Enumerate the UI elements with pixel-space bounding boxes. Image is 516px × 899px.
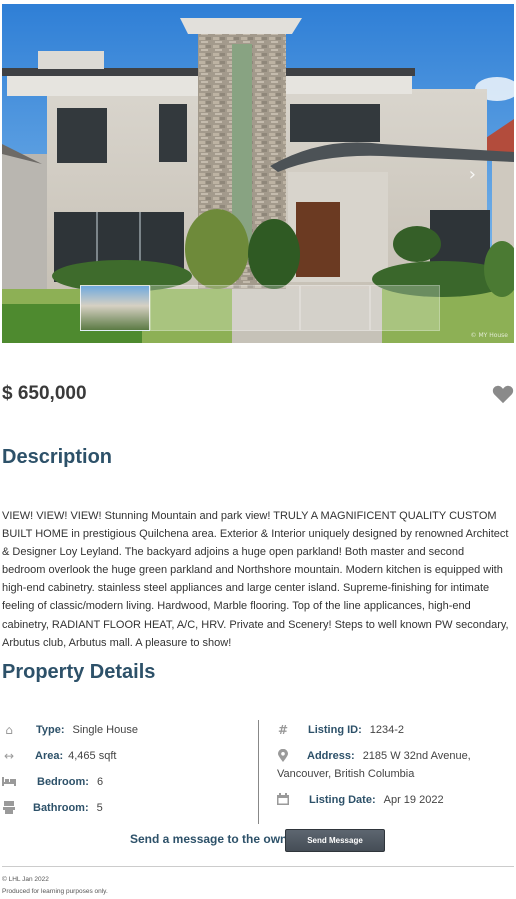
thumbnail-4[interactable] (370, 285, 440, 331)
address-line1: 2185 W 32nd Avenue, (362, 750, 471, 762)
listing-date-label: Listing Date: (309, 794, 376, 806)
bedroom-label: Bedroom: (37, 776, 89, 788)
property-details-panel: ⌂ Type: Single House ↔ Area: 4,465 sqft Be… (2, 720, 514, 825)
description-heading: Description (2, 446, 113, 468)
description-text: VIEW! VIEW! VIEW! Stunning Mountain and … (2, 510, 509, 649)
area-label: Area: (35, 750, 64, 762)
map-pin-icon (276, 748, 290, 763)
address-label: Address: (307, 750, 355, 762)
bedroom-value: 6 (96, 776, 104, 788)
detail-bedroom: Bedroom: 6 (37, 776, 103, 788)
property-details-heading: Property Details (2, 661, 156, 683)
bathroom-value: 5 (96, 802, 103, 814)
type-label: Type: (36, 724, 65, 736)
thumbnail-strip (80, 285, 440, 331)
bed-icon (2, 775, 16, 789)
send-message-button[interactable]: Send Message (285, 829, 385, 852)
bathroom-label: Bathroom: (33, 802, 89, 814)
photo-watermark: © MY House (470, 332, 508, 339)
detail-address: Address: 2185 W 32nd Avenue, (307, 750, 471, 762)
chevron-right-icon[interactable]: › (469, 164, 476, 185)
listing-price: $ 650,000 (2, 383, 87, 404)
type-value: Single House (72, 724, 138, 736)
listing-id-value: 1234-2 (369, 724, 405, 736)
detail-listing-id: Listing ID: 1234-2 (308, 724, 404, 736)
calendar-icon (276, 793, 290, 807)
toilet-icon (2, 801, 16, 815)
footer-copyright: © LHL Jan 2022 (2, 876, 49, 883)
detail-listing-date: Listing Date: Apr 19 2022 (309, 794, 444, 806)
send-message-label: Send a message to the owner (130, 832, 299, 846)
thumbnail-1[interactable] (80, 285, 150, 331)
thumbnail-3[interactable] (300, 285, 370, 331)
property-photo-carousel[interactable]: › © MY House (2, 4, 514, 343)
area-arrows-icon: ↔ (3, 749, 15, 763)
hash-icon: # (277, 723, 289, 737)
details-divider (258, 720, 259, 824)
detail-bathroom: Bathroom: 5 (33, 802, 103, 814)
area-value: 4,465 sqft (68, 750, 117, 762)
address-line2: Vancouver, British Columbia (277, 768, 415, 780)
detail-area: Area: 4,465 sqft (35, 750, 116, 762)
thumbnail-2[interactable] (150, 285, 300, 331)
listing-id-label: Listing ID: (308, 724, 362, 736)
footer-note: Produced for learning purposes only. (2, 888, 108, 895)
detail-type: Type: Single House (36, 724, 138, 736)
heart-icon[interactable] (492, 384, 514, 404)
home-icon: ⌂ (5, 723, 13, 737)
footer-divider (2, 866, 514, 867)
listing-date-value: Apr 19 2022 (383, 794, 444, 806)
